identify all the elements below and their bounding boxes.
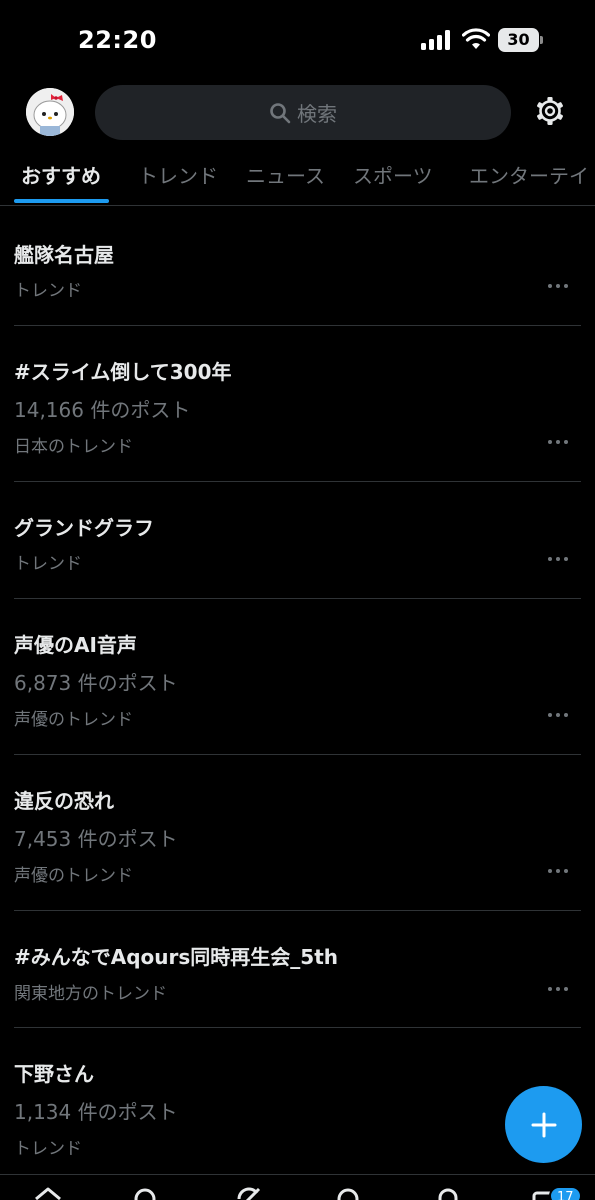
- active-tab-indicator: [14, 199, 109, 203]
- avatar-image: [26, 88, 74, 136]
- trend-item[interactable]: #みんなでAqours同時再生会_5th 関東地方のトレンド: [0, 911, 595, 1028]
- search-placeholder: 検索: [297, 102, 337, 126]
- trend-item[interactable]: 下野さん 1,134 件のポスト トレンド: [0, 1028, 595, 1178]
- communities-icon[interactable]: [333, 1185, 363, 1200]
- trend-post-count: 14,166 件のポスト: [14, 398, 191, 422]
- avatar[interactable]: [26, 88, 74, 136]
- trend-item[interactable]: #スライム倒して300年 14,166 件のポスト 日本のトレンド: [0, 326, 595, 482]
- trend-post-count: 1,134 件のポスト: [14, 1100, 178, 1124]
- more-icon[interactable]: [548, 713, 570, 719]
- tab-entertainment[interactable]: エンターテイ: [469, 160, 589, 189]
- trend-title: #みんなでAqours同時再生会_5th: [14, 945, 339, 969]
- bottom-nav: [0, 1174, 595, 1200]
- trend-item[interactable]: 違反の恐れ 7,453 件のポスト 声優のトレンド: [0, 755, 595, 911]
- tab-trending[interactable]: トレンド: [138, 160, 218, 189]
- trend-title: #スライム倒して300年: [14, 360, 232, 384]
- compose-button[interactable]: [505, 1086, 582, 1163]
- trend-context: トレンド: [14, 281, 82, 301]
- search-bar[interactable]: 検索: [95, 85, 511, 140]
- trend-item[interactable]: 声優のAI音声 6,873 件のポスト 声優のトレンド: [0, 599, 595, 755]
- more-icon[interactable]: [548, 440, 570, 446]
- trend-title: 下野さん: [14, 1062, 94, 1086]
- status-time: 22:20: [78, 26, 157, 54]
- tab-news[interactable]: ニュース: [246, 160, 325, 189]
- trend-context: トレンド: [14, 1139, 82, 1159]
- trend-context: 関東地方のトレンド: [14, 984, 167, 1004]
- tab-sports[interactable]: スポーツ: [353, 160, 433, 189]
- trend-title: グランドグラフ: [14, 516, 154, 540]
- trend-post-count: 7,453 件のポスト: [14, 827, 178, 851]
- more-icon[interactable]: [548, 284, 570, 290]
- grok-icon[interactable]: [233, 1185, 263, 1200]
- more-icon[interactable]: [548, 869, 570, 875]
- trend-title: 声優のAI音声: [14, 633, 137, 657]
- trend-title: 艦隊名古屋: [14, 243, 114, 267]
- gear-icon[interactable]: [535, 96, 565, 126]
- plus-icon: [531, 1112, 556, 1137]
- tab-recommended[interactable]: おすすめ: [21, 160, 101, 189]
- trend-item[interactable]: グランドグラフ トレンド: [0, 482, 595, 599]
- trend-context: 日本のトレンド: [14, 437, 133, 457]
- status-bar: 22:20 30: [0, 0, 595, 80]
- signal-icon: [421, 30, 450, 50]
- wifi-icon: [462, 28, 490, 49]
- search-icon: [270, 102, 291, 123]
- trend-context: 声優のトレンド: [14, 710, 133, 730]
- trend-context: トレンド: [14, 554, 82, 574]
- messages-badge: 17: [549, 1186, 582, 1200]
- battery-level: 30: [507, 30, 530, 49]
- more-icon[interactable]: [548, 557, 570, 563]
- home-icon[interactable]: [33, 1185, 63, 1200]
- trend-item[interactable]: 艦隊名古屋 トレンド: [0, 207, 595, 326]
- explore-tabs: おすすめ トレンド ニュース スポーツ エンターテイ: [0, 150, 595, 206]
- trend-context: 声優のトレンド: [14, 866, 133, 886]
- notifications-icon[interactable]: [433, 1185, 463, 1200]
- trend-post-count: 6,873 件のポスト: [14, 671, 178, 695]
- explore-screen: 22:20 30 検索 おすすめ トレンド ニュース スポーツ エンターテイ 艦…: [0, 0, 595, 1200]
- trend-title: 違反の恐れ: [14, 789, 114, 813]
- battery-icon: 30: [498, 28, 544, 52]
- search-icon[interactable]: [131, 1185, 161, 1200]
- more-icon[interactable]: [548, 987, 570, 993]
